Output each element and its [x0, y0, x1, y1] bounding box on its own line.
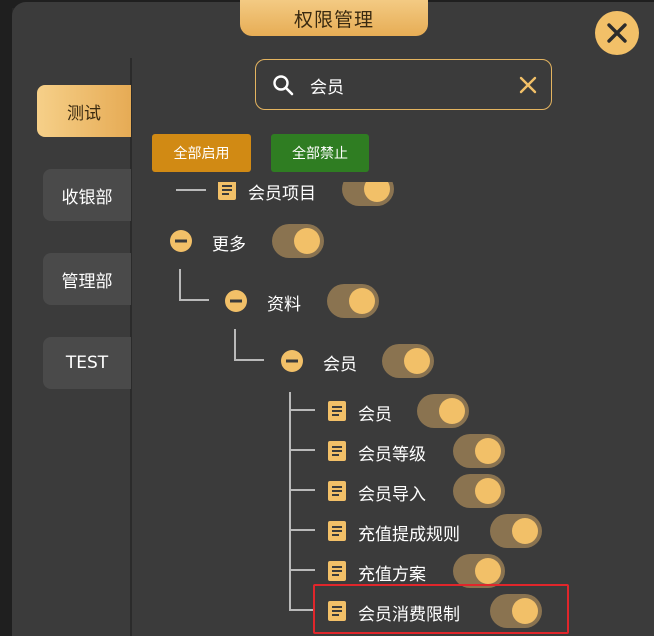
tree-connector — [289, 409, 315, 411]
search-icon — [273, 75, 294, 96]
tree-label-profile: 资料 — [267, 295, 301, 315]
highlight-box — [313, 584, 569, 634]
toggle-more[interactable] — [272, 224, 324, 258]
toggle-member[interactable] — [382, 344, 434, 378]
tree-label-member-level: 会员等级 — [358, 445, 426, 465]
tree-connector — [234, 359, 264, 361]
collapse-icon[interactable] — [281, 350, 303, 372]
tree-connector — [234, 329, 236, 360]
collapse-icon[interactable] — [225, 290, 247, 312]
tree-connector — [289, 392, 291, 610]
tree-label-member-import: 会员导入 — [358, 485, 426, 505]
tree-label-recharge-commission: 充值提成规则 — [358, 525, 460, 545]
tree-connector — [289, 529, 315, 531]
sidebar-tab-cashier[interactable]: 收银部 — [43, 169, 131, 221]
close-button[interactable] — [595, 11, 639, 55]
document-icon — [328, 401, 346, 421]
toggle-recharge-plan[interactable] — [453, 554, 505, 588]
toggle-leaf-member[interactable] — [417, 394, 469, 428]
tree-connector — [179, 299, 209, 301]
tree-label-member: 会员 — [323, 355, 357, 375]
permission-tree: 会员项目 更多 资料 会员 会员 会员等级 会员导入 充值提成规则 充值方案 会… — [132, 182, 654, 636]
collapse-icon[interactable] — [170, 230, 192, 252]
tree-label-leaf-member: 会员 — [358, 405, 392, 425]
backdrop-edge-left — [0, 0, 12, 636]
toggle-member-import[interactable] — [453, 474, 505, 508]
tree-label-member-items: 会员项目 — [248, 184, 316, 204]
document-icon — [328, 441, 346, 461]
sidebar-tab-test[interactable]: TEST — [43, 337, 131, 389]
document-icon — [328, 481, 346, 501]
search-box — [255, 59, 552, 110]
toggle-recharge-commission[interactable] — [490, 514, 542, 548]
toggle-profile[interactable] — [327, 284, 379, 318]
dialog-title: 权限管理 — [240, 0, 428, 36]
sidebar-tab-test-cn[interactable]: 测试 — [37, 85, 131, 137]
document-icon — [328, 561, 346, 581]
tree-connector — [289, 609, 315, 611]
tree-connector — [289, 569, 315, 571]
enable-all-button[interactable]: 全部启用 — [152, 134, 251, 172]
toggle-member-level[interactable] — [453, 434, 505, 468]
document-icon — [328, 521, 346, 541]
search-input[interactable] — [310, 70, 510, 100]
clear-icon[interactable] — [518, 75, 538, 95]
tree-label-recharge-plan: 充值方案 — [358, 565, 426, 585]
disable-all-button[interactable]: 全部禁止 — [271, 134, 369, 172]
tree-label-more: 更多 — [212, 235, 246, 255]
tree-connector — [176, 189, 206, 191]
tree-connector — [289, 489, 315, 491]
document-icon — [218, 182, 236, 200]
close-icon — [607, 23, 627, 43]
tree-connector — [179, 269, 181, 300]
sidebar-tab-management[interactable]: 管理部 — [43, 253, 131, 305]
toggle-member-items[interactable] — [342, 182, 394, 206]
tree-connector — [289, 449, 315, 451]
